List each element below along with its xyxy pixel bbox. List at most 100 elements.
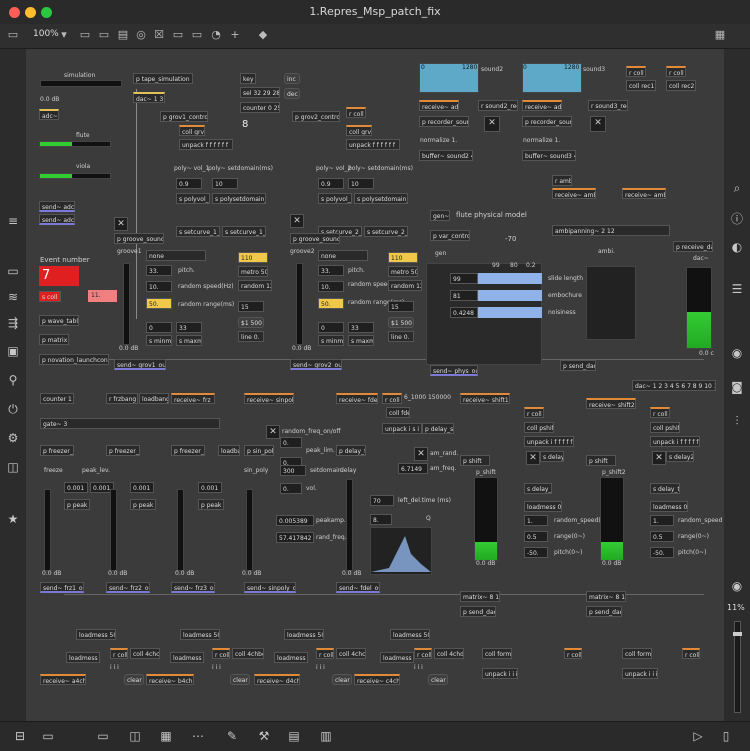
unpack-shift1-object[interactable]: unpack i f f f f f [524, 436, 574, 447]
gen-object[interactable]: gen~ [430, 210, 450, 221]
pitch-number-box[interactable]: -50. [524, 547, 548, 558]
freezer-1-object[interactable]: p freezer_1 [40, 445, 74, 456]
debug-tool-icon[interactable]: ✎ [224, 728, 240, 744]
noise-slider[interactable] [478, 307, 542, 318]
send-frz3-object[interactable]: send~ frz3_out [171, 582, 215, 593]
r-coll-form-object[interactable]: r coll [564, 648, 582, 659]
n11-number-box[interactable]: 11. [88, 290, 117, 302]
ambi-multislider[interactable] [586, 266, 636, 340]
s-minm-object[interactable]: s minm_1 [146, 335, 172, 346]
sin-number-box[interactable]: 0. [280, 437, 302, 448]
grov2-control-object[interactable]: p grov2_control [292, 111, 340, 122]
delay-fill-object[interactable]: p delay_fill [336, 445, 366, 456]
coll-grv2-object[interactable]: coll grv_2 [346, 125, 372, 136]
receive-b4ch-object[interactable]: receive~ b4ch_in [146, 674, 194, 685]
ambipanning-object[interactable]: ambipanning~ 2 12 [552, 225, 670, 236]
loadmess-500-3[interactable]: loadmess 500 [284, 629, 324, 640]
min-number-box[interactable]: 0 [146, 322, 172, 333]
r-coll-bottom-1[interactable]: r coll [110, 648, 128, 659]
groove1-toggle[interactable]: ✕ [114, 217, 128, 231]
random-speed-number-box[interactable]: 10. [146, 281, 172, 292]
r-frzbang-object[interactable]: r frzbang [106, 393, 138, 404]
unpack2-object[interactable]: unpack f f f f f f [346, 139, 400, 150]
embochure-slider[interactable] [478, 290, 542, 301]
matrix2-object[interactable]: matrix~ 8 12 [586, 591, 626, 602]
normalize-message[interactable]: normalize 1. [420, 137, 457, 144]
random-speed-number-box[interactable]: 1. [524, 515, 548, 526]
line2-msg[interactable]: $1 500 [388, 317, 414, 328]
r-coll-object[interactable]: r coll [346, 107, 366, 118]
send-dac-2-object[interactable]: p send_dac [586, 606, 622, 617]
receive-dac-object[interactable]: p receive_dac [673, 241, 713, 252]
counter-1-3-object[interactable]: counter 1 3 [40, 393, 74, 404]
audio-on-icon[interactable]: ◉ [729, 578, 745, 594]
grid-icon[interactable]: ▦ [158, 728, 174, 744]
loadmess-1-4[interactable]: loadmess 1 [380, 652, 414, 663]
filter-number-box[interactable]: 8. [370, 514, 392, 525]
coll-pshift1-object[interactable]: coll pshift1 [524, 422, 554, 433]
stack-icon[interactable]: ◫ [5, 459, 21, 475]
random-speed2-number-box[interactable]: 10. [318, 281, 344, 292]
menu-icon[interactable]: ≡ [5, 213, 21, 229]
coll-form1-object[interactable]: coll form1 [482, 648, 512, 659]
message-icon[interactable]: ▭ [97, 28, 111, 42]
inc-message[interactable]: inc [284, 73, 300, 84]
loadmess-1-2[interactable]: loadmess 1 [170, 652, 204, 663]
s-polysetdomain2-object[interactable]: s polysetdomain_2 [354, 193, 408, 204]
none-menu[interactable]: none [146, 250, 206, 261]
range2-number-box[interactable]: 0.5 [650, 531, 674, 542]
metro2-object[interactable]: metro 500 [388, 266, 418, 277]
s-setcurve-2-2-object[interactable]: s setcurve_2_2 [364, 226, 408, 237]
groove2-toggle[interactable]: ✕ [290, 214, 304, 228]
debug-icon[interactable]: ⚙ [5, 430, 21, 446]
lock-icon[interactable]: ⊟ [12, 728, 28, 744]
receive-adc2-object[interactable]: receive~ adc2 [522, 100, 562, 111]
dac-object[interactable]: dac~ 1 3 [133, 92, 165, 103]
zoom-chevron-icon[interactable]: ▾ [57, 28, 71, 42]
key-object[interactable]: key [240, 73, 256, 84]
mixer-icon[interactable]: ⫶ [729, 413, 745, 429]
frz2-gain-slider[interactable] [110, 489, 117, 571]
receive-d4ch-object[interactable]: receive~ d4ch_in [254, 674, 300, 685]
rand-freq-toggle[interactable]: ✕ [266, 425, 280, 439]
coll-4chcl-2[interactable]: coll 4chcl [336, 648, 366, 659]
dac-12ch-object[interactable]: dac~ 1 2 3 4 5 6 7 8 9 10 11 12 [632, 380, 716, 391]
coll-rec1-object[interactable]: coll rec1 [626, 80, 656, 91]
freezer-3-object[interactable]: p freezer_3 [171, 445, 205, 456]
grov1-control-object[interactable]: p grov1_control [160, 111, 208, 122]
s-delay-t2-object[interactable]: s delay_t2 [650, 483, 680, 494]
send-dac-object[interactable]: p send_dac [560, 360, 596, 371]
clear-message-3[interactable]: clear [332, 674, 352, 685]
windows-icon[interactable]: ◫ [127, 728, 143, 744]
metro1-number[interactable]: 15 [238, 301, 264, 312]
slide-number-box[interactable]: 99 [450, 273, 478, 284]
pshift1-object[interactable]: p shift [460, 455, 490, 466]
unpack-form1-object[interactable]: unpack i i i [482, 668, 518, 679]
counter-object[interactable]: counter 0 25 [240, 102, 280, 113]
receive-ambi1-object[interactable]: receive~ ambi1 [552, 188, 596, 199]
left-del-number-box[interactable]: 70 [370, 495, 394, 506]
max-number-box[interactable]: 33 [176, 322, 202, 333]
pitch-number-box[interactable]: 33. [146, 265, 172, 276]
line-object[interactable]: line 0. [238, 331, 264, 342]
s-maxm2-object[interactable]: s maxm_2 [348, 335, 374, 346]
am-rand-toggle[interactable]: ✕ [414, 447, 428, 461]
line2-object[interactable]: line 0. [388, 331, 414, 342]
paint-icon[interactable]: ◆ [256, 28, 270, 42]
random2-object[interactable]: random 127 [388, 280, 422, 291]
peak1-object[interactable]: p peak [64, 499, 90, 510]
send-frz2-object[interactable]: send~ frz2_out [106, 582, 150, 593]
range-number-box[interactable]: 0.5 [524, 531, 548, 542]
tape-simulation-object[interactable]: p tape_simulation [133, 73, 193, 84]
delay-send-object[interactable]: p delay_send [422, 423, 454, 434]
s-polyvol2-object[interactable]: s polyvol_2 [318, 193, 352, 204]
unpack-shift2-object[interactable]: unpack i f f f f f [650, 436, 700, 447]
freeze2-number-box[interactable]: 0.001 [130, 482, 154, 493]
send-grov2-object[interactable]: send~ grov2_out [290, 359, 342, 370]
am-freq-number-box[interactable]: 6.7149 [398, 463, 428, 474]
pitch2-number-box[interactable]: 33. [318, 265, 344, 276]
normalize3-message[interactable]: normalize 1. [523, 137, 560, 144]
matrix1-object[interactable]: matrix~ 8 12 [460, 591, 500, 602]
receive-a4ch-object[interactable]: receive~ a4ch_in [40, 674, 86, 685]
rec3-toggle[interactable]: ✕ [590, 116, 606, 132]
